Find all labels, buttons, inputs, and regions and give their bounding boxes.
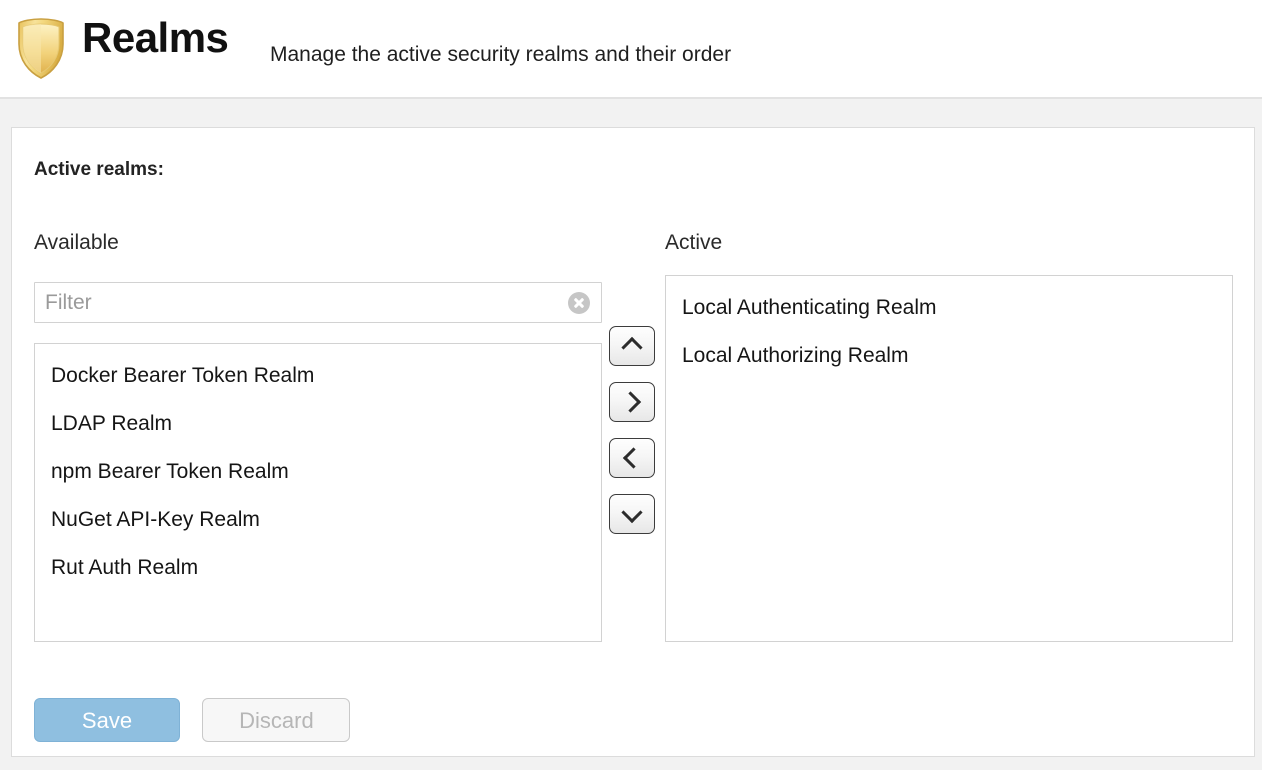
page-header: Realms Manage the active security realms… bbox=[0, 0, 1262, 99]
move-up-button[interactable] bbox=[609, 326, 655, 366]
list-item[interactable]: Local Authenticating Realm bbox=[666, 284, 1232, 332]
chevron-up-icon bbox=[621, 337, 642, 358]
save-button[interactable]: Save bbox=[34, 698, 180, 742]
chevron-down-icon bbox=[621, 502, 642, 523]
list-item[interactable]: Rut Auth Realm bbox=[35, 544, 601, 592]
shield-icon bbox=[16, 18, 66, 80]
move-left-button[interactable] bbox=[609, 438, 655, 478]
list-item[interactable]: NuGet API-Key Realm bbox=[35, 496, 601, 544]
transfer-buttons-group bbox=[609, 326, 657, 538]
active-column-heading: Active bbox=[665, 231, 722, 255]
page-subtitle: Manage the active security realms and th… bbox=[270, 44, 731, 65]
list-item[interactable]: LDAP Realm bbox=[35, 400, 601, 448]
filter-input[interactable] bbox=[34, 282, 602, 323]
list-item[interactable]: Docker Bearer Token Realm bbox=[35, 352, 601, 400]
realms-panel: Active realms: Available Active Docker B… bbox=[11, 127, 1255, 757]
available-column-heading: Available bbox=[34, 231, 119, 255]
move-right-button[interactable] bbox=[609, 382, 655, 422]
clear-filter-icon[interactable] bbox=[568, 292, 590, 314]
list-item[interactable]: npm Bearer Token Realm bbox=[35, 448, 601, 496]
move-down-button[interactable] bbox=[609, 494, 655, 534]
panel-footer: Save Discard bbox=[34, 698, 350, 742]
available-realms-listbox[interactable]: Docker Bearer Token Realm LDAP Realm npm… bbox=[34, 343, 602, 642]
active-realms-listbox[interactable]: Local Authenticating Realm Local Authori… bbox=[665, 275, 1233, 642]
list-item[interactable]: Local Authorizing Realm bbox=[666, 332, 1232, 380]
active-realms-label: Active realms: bbox=[34, 159, 164, 181]
page-title: Realms bbox=[82, 17, 228, 59]
chevron-right-icon bbox=[620, 391, 641, 412]
chevron-left-icon bbox=[623, 447, 644, 468]
discard-button[interactable]: Discard bbox=[202, 698, 350, 742]
filter-row bbox=[34, 282, 602, 323]
